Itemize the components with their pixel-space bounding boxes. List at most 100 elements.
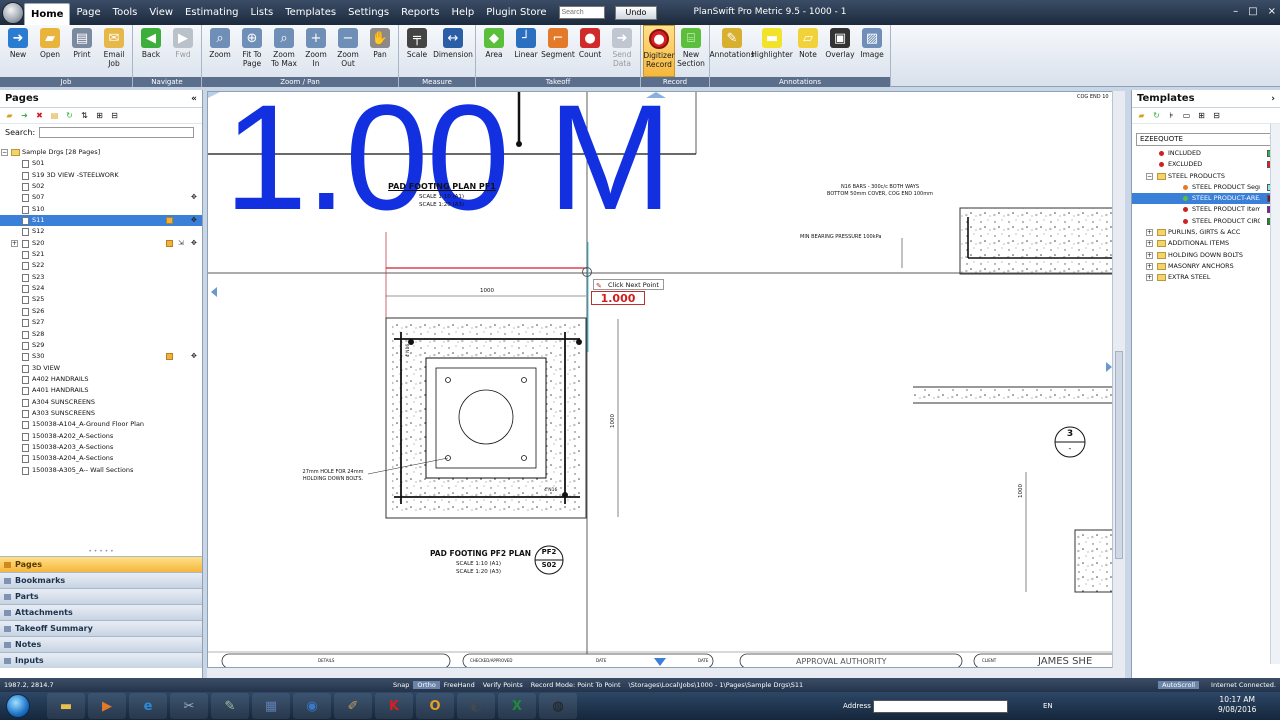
drawing-canvas[interactable]: 1.00 M PAD FOOTING PLAN PF1 SCALE 1:10 (… [207,91,1125,668]
system-clock[interactable]: 10:17 AM 9/08/2016 [1218,695,1256,715]
move-icon[interactable]: ✥ [191,239,198,247]
page-item[interactable]: S23 [0,272,202,283]
menu-settings[interactable]: Settings [342,0,395,25]
menu-tools[interactable]: Tools [107,0,144,25]
snap-toggle[interactable]: Snap [389,681,413,689]
k-app-icon[interactable]: K [375,693,413,719]
linear-button[interactable]: ┘ Linear [510,25,542,77]
page-item[interactable]: A402 HANDRAILS [0,374,202,385]
nav-bar-parts[interactable]: Parts [0,588,202,604]
page-item[interactable]: A401 HANDRAILS [0,385,202,396]
page-item[interactable]: S02 [0,181,202,192]
expand-icon[interactable]: + [1146,262,1153,270]
page-item[interactable]: A303 SUNSCREENS [0,408,202,419]
zoom-to-max-button[interactable]: ⌕ Zoom To Max [268,25,300,77]
back-button[interactable]: ◀ Back [135,25,167,77]
area-button[interactable]: ◆ Area [478,25,510,77]
page-item[interactable]: 150038-A104_A-Ground Floor Plan [0,419,202,430]
delete-icon[interactable]: ✖ [35,111,44,120]
internet-explorer-icon[interactable]: e [129,693,167,719]
send-data-button[interactable]: ➜ Send Data [606,25,638,77]
scale-button[interactable]: ╤ Scale [401,25,433,77]
page-item[interactable]: S10 [0,204,202,215]
page-item[interactable]: S21 [0,249,202,260]
expand-all-icon[interactable]: ⊞ [1197,111,1206,120]
file-explorer-icon[interactable]: ▬ [47,693,85,719]
page-item[interactable]: S01 [0,158,202,169]
expand-icon[interactable]: + [1146,229,1153,237]
new-section-button[interactable]: ⌸ New Section [675,25,707,77]
template-item[interactable]: + MASONRY ANCHORS [1132,261,1277,272]
page-item[interactable]: 150038-A203_A-Sections [0,442,202,453]
media-player-icon[interactable]: ▶ [88,693,126,719]
new-button[interactable]: ➜ New [2,25,34,77]
open-button[interactable]: ▰ Open [34,25,66,77]
freehand-toggle[interactable]: FreeHand [440,681,479,689]
menu-estimating[interactable]: Estimating [179,0,244,25]
overlay-button[interactable]: ▣ Overlay [824,25,856,77]
note-button[interactable]: ▱ Note [792,25,824,77]
canvas-vertical-scrollbar[interactable] [1112,91,1125,668]
nav-bar-inputs[interactable]: Inputs [0,652,202,668]
dimension-button[interactable]: ↔ Dimension [433,25,473,77]
ortho-toggle[interactable]: Ortho [413,681,440,689]
page-item[interactable]: S11 ✥ [0,215,202,227]
outlook-icon[interactable]: O [416,693,454,719]
menu-view[interactable]: View [143,0,179,25]
segment-button[interactable]: ⌐ Segment [541,25,575,77]
expand-icon[interactable]: + [1146,240,1153,248]
move-icon[interactable]: ✥ [191,217,198,224]
nav-bar-bookmarks[interactable]: Bookmarks [0,572,202,588]
template-item[interactable]: EXCLUDED [1132,159,1277,170]
page-item[interactable]: S28 [0,329,202,340]
template-item[interactable]: STEEL PRODUCT CIRCULA [1132,216,1277,227]
pages-search-input[interactable] [39,126,195,138]
new-template-icon[interactable]: ▭ [1182,111,1191,120]
print-button[interactable]: ▤ Print [66,25,98,77]
template-dropdown[interactable]: EZEEQUOTE ▾ [1136,133,1276,146]
menu-plugin-store[interactable]: Plugin Store [480,0,552,25]
page-item[interactable]: S27 [0,317,202,328]
record-mode[interactable]: Record Mode: Point To Point [527,681,625,689]
canvas-horizontal-scrollbar[interactable] [207,668,1125,678]
menu-home[interactable]: Home [24,3,71,25]
template-item[interactable]: STEEL PRODUCT Segment [1132,182,1277,193]
page-item[interactable]: + S20 ⇲ ✥ [0,238,202,249]
scroll-thumb[interactable] [1115,351,1123,559]
move-icon[interactable]: ✥ [191,353,198,360]
menu-templates[interactable]: Templates [279,0,342,25]
move-icon[interactable]: ✥ [191,194,198,201]
collapse-panel-icon[interactable]: « [191,90,197,108]
page-item[interactable]: 150038-A202_A-Sections [0,431,202,442]
collapse-all-icon[interactable]: ⊟ [110,111,119,120]
template-item[interactable]: STEEL PRODUCT Item Co [1132,204,1277,215]
collapse-icon[interactable]: − [1,149,8,156]
template-item[interactable]: INCLUDED [1132,148,1277,159]
tool-app-icon[interactable]: ✂ [170,693,208,719]
template-item[interactable]: + EXTRA STEEL [1132,272,1277,283]
count-button[interactable]: ● Count [574,25,606,77]
app-menu-orb-icon[interactable] [2,1,24,24]
template-item[interactable]: − STEEL PRODUCTS [1132,171,1277,182]
menu-search-input[interactable] [558,6,605,19]
close-icon[interactable]: × [1268,6,1276,17]
email-job-button[interactable]: ✉ Email Job [98,25,130,77]
page-item[interactable]: S12 [0,226,202,237]
page-item[interactable]: 3D VIEW [0,363,202,374]
template-item[interactable]: STEEL PRODUCT-AREA- E [1132,193,1277,205]
expand-icon[interactable]: + [11,239,18,247]
fwd-button[interactable]: ▶ Fwd [167,25,199,77]
nav-bar-attachments[interactable]: Attachments [0,604,202,620]
refresh-icon[interactable]: ↻ [65,111,74,120]
address-input[interactable] [873,700,1008,713]
page-item[interactable]: 150038-A204_A-Sections [0,453,202,464]
open-template-icon[interactable]: ▰ [1137,111,1146,120]
nav-bar-takeoff-summary[interactable]: Takeoff Summary [0,620,202,636]
digitizer-record-button[interactable]: ● Digitizer Record [643,25,675,77]
paint-app-icon[interactable]: ✐ [334,693,372,719]
obs-icon[interactable]: ◍ [539,693,577,719]
fit-to-page-button[interactable]: ⊕ Fit To Page [236,25,268,77]
maximize-icon[interactable]: □ [1248,6,1257,17]
collapse-all-icon[interactable]: ⊟ [1212,111,1221,120]
properties-icon[interactable]: ▤ [50,111,59,120]
